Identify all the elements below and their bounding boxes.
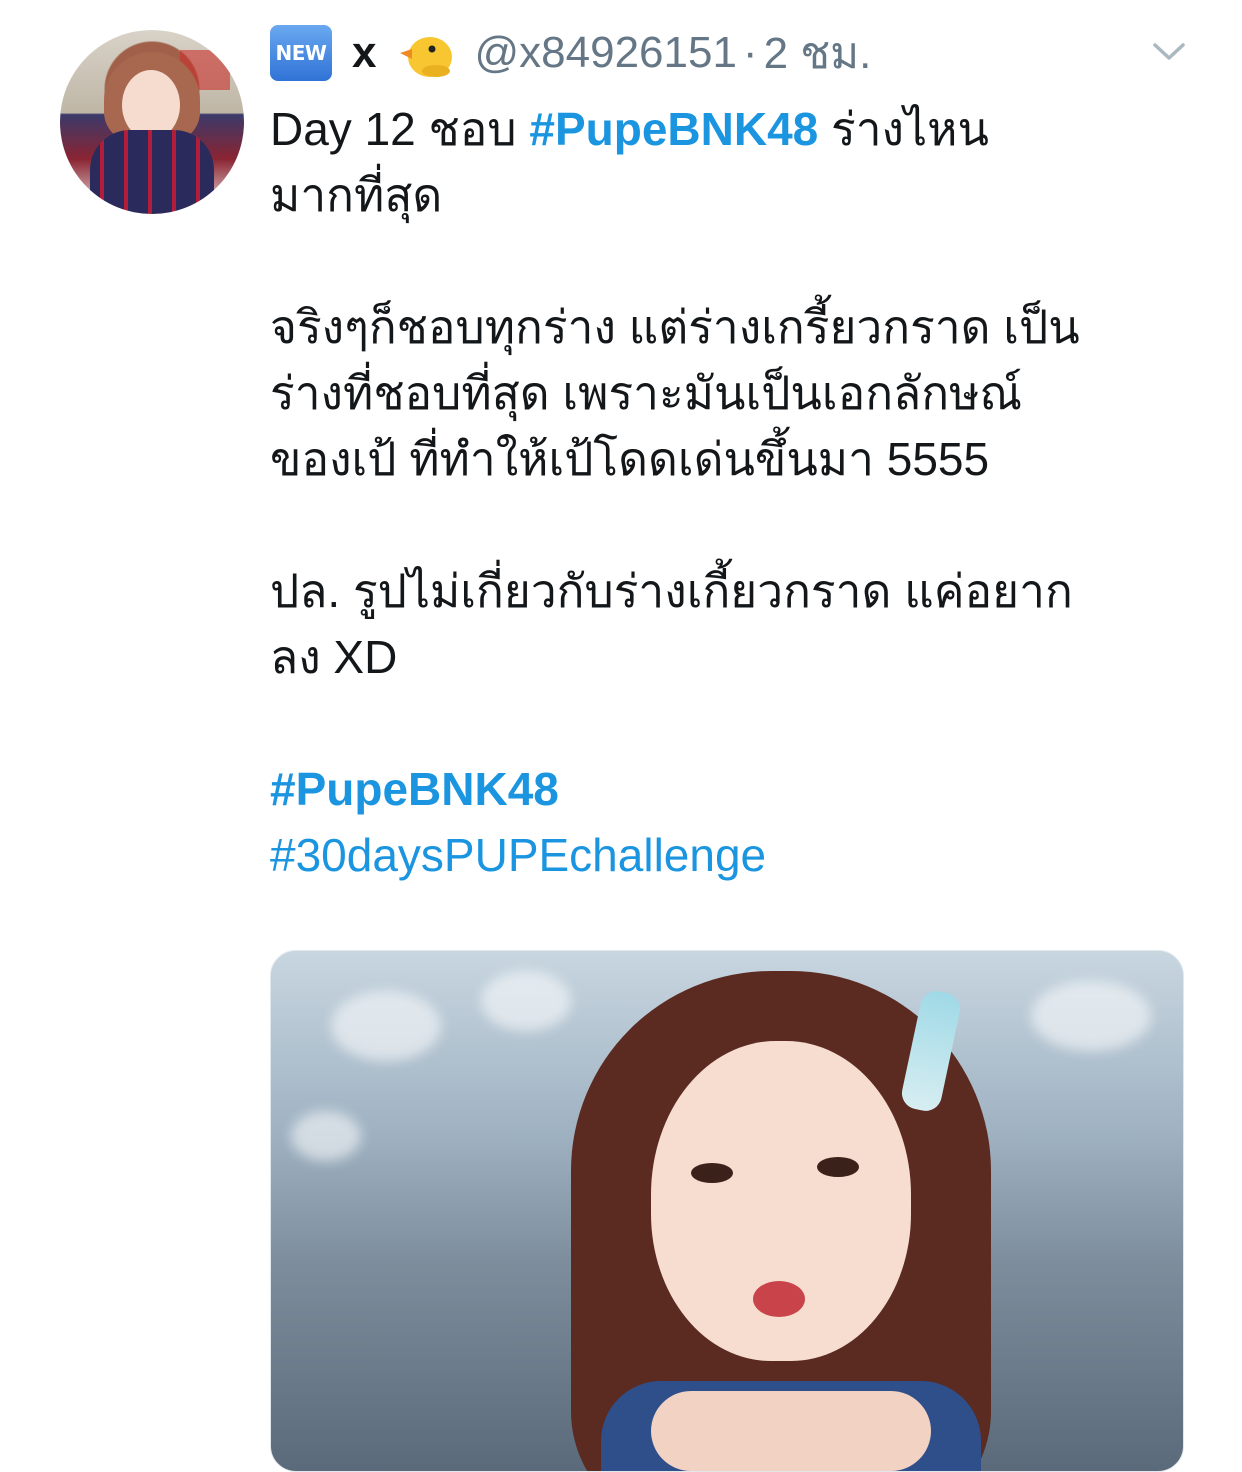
- display-name[interactable]: x: [352, 28, 376, 78]
- photo-eye: [691, 1163, 733, 1183]
- hashtag-link[interactable]: #30daysPUPEchallenge: [270, 822, 1190, 888]
- text-line: ของเป้ ที่ทำให้เป้โดดเด่นขึ้นมา 5555: [270, 433, 990, 485]
- photo-lips: [753, 1281, 805, 1317]
- tweet-text: Day 12 ชอบ #PupeBNK48 ร่างไหน มากที่สุด …: [270, 96, 1190, 888]
- text-line: ร่างที่ชอบที่สุด เพราะมันเป็นเอกลักษณ์: [270, 367, 1023, 419]
- timestamp[interactable]: 2 ชม.: [764, 18, 872, 88]
- photo-bokeh: [481, 971, 571, 1031]
- new-badge-icon: NEW: [270, 25, 332, 81]
- separator-dot: ·: [742, 28, 758, 77]
- photo-bokeh: [331, 991, 441, 1061]
- avatar-outfit: [90, 130, 214, 214]
- baby-chick-icon: [396, 27, 454, 79]
- text-segment: ร่างไหน: [818, 103, 989, 155]
- user-handle[interactable]: @x84926151: [474, 28, 736, 78]
- tweet-header: NEW x @x84926151 · 2 ชม.: [270, 22, 871, 84]
- text-line: จริงๆก็ชอบทุกร่าง แต่ร่างเกรี้ยวกราด เป็…: [270, 301, 1080, 353]
- avatar[interactable]: [60, 30, 244, 214]
- hashtag-link[interactable]: #PupeBNK48: [270, 756, 1190, 822]
- text-line: Day 12 ชอบ #PupeBNK48 ร่างไหน: [270, 96, 1190, 162]
- hashtag-link[interactable]: #PupeBNK48: [529, 103, 818, 155]
- text-line: ลง XD: [270, 631, 398, 683]
- chevron-down-icon[interactable]: [1152, 36, 1186, 66]
- photo-eye: [817, 1157, 859, 1177]
- tweet: NEW x @x84926151 · 2 ชม. Day 12 ชอบ #Pup…: [0, 0, 1242, 1472]
- tweet-photo[interactable]: [270, 950, 1184, 1472]
- text-line: ปล. รูปไม่เกี่ยวกับร่างเกี้ยวกราด แค่อยา…: [270, 565, 1073, 617]
- text-line: มากที่สุด: [270, 169, 443, 221]
- photo-bokeh: [1031, 981, 1151, 1051]
- text-segment: Day 12 ชอบ: [270, 103, 530, 155]
- photo-bokeh: [291, 1111, 361, 1161]
- photo-hands: [651, 1391, 931, 1471]
